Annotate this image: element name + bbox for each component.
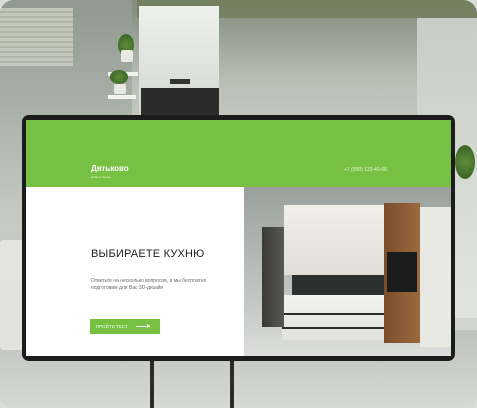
- easel-leg: [150, 360, 154, 408]
- pot: [121, 50, 133, 62]
- kitchen-photo: [244, 187, 451, 356]
- arrow-right-icon: [135, 324, 150, 328]
- start-test-button-label: ПРОЙТИ ТЕСТ: [96, 324, 128, 329]
- hero-title: ВЫБИРАЕТЕ КУХНЮ: [91, 248, 205, 260]
- pot: [114, 84, 126, 94]
- brand-logo[interactable]: Дятьково: [91, 164, 129, 173]
- oven-handle: [170, 79, 190, 84]
- phone-number[interactable]: +7 (000) 123-45-66: [344, 167, 387, 173]
- upper-cabinets: [284, 205, 394, 275]
- shelf: [108, 95, 136, 99]
- start-test-button[interactable]: ПРОЙТИ ТЕСТ: [90, 319, 160, 334]
- plant-icon: [110, 70, 128, 84]
- brand-tagline: мебель бренд: [91, 175, 111, 179]
- plant-icon: [455, 145, 475, 179]
- website-preview: Дятьково мебель бренд +7 (000) 123-45-66…: [26, 120, 451, 356]
- easel-leg: [230, 360, 234, 408]
- monitor: Дятьково мебель бренд +7 (000) 123-45-66…: [22, 115, 455, 361]
- oven: [387, 252, 417, 292]
- tall-cabinet: [420, 207, 451, 347]
- hero-description: Ответьте на несколько вопросов, а мы бес…: [91, 278, 207, 291]
- site-header: Дятьково мебель бренд +7 (000) 123-45-66: [26, 120, 451, 187]
- open-shelf: [262, 227, 284, 327]
- window-blind: [0, 8, 73, 66]
- background-oven: [141, 88, 219, 118]
